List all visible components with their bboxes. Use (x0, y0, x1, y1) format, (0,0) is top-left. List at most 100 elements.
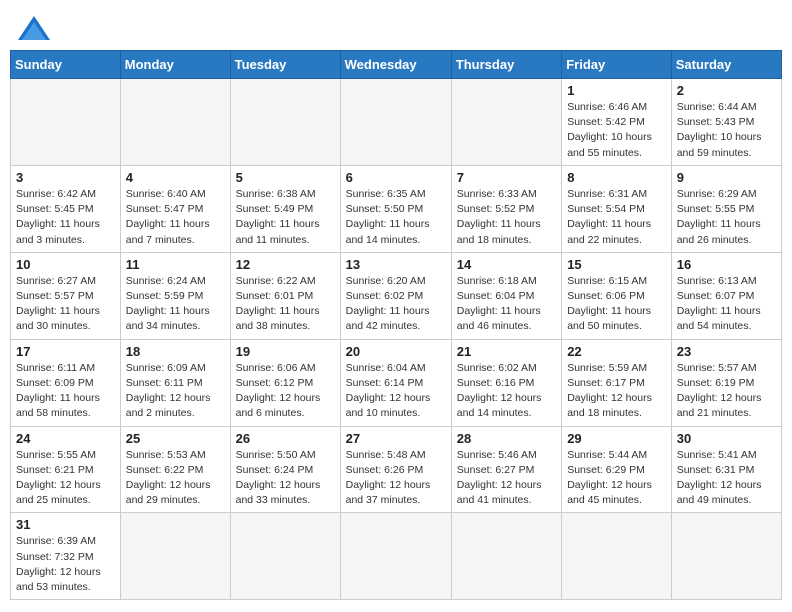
calendar-cell: 16 Sunrise: 6:13 AM Sunset: 6:07 PM Dayli… (671, 252, 781, 339)
day-number: 21 (457, 344, 556, 359)
calendar-cell: 8 Sunrise: 6:31 AM Sunset: 5:54 PM Daylig… (562, 165, 672, 252)
week-row-2: 3Sunrise: 6:42 AM Sunset: 5:45 PM Daylig… (11, 165, 782, 252)
day-number: 28 (457, 431, 556, 446)
day-info: Sunrise: 5:48 AM Sunset: 6:26 PM Dayligh… (346, 448, 446, 509)
calendar-cell: 11Sunrise: 6:24 AM Sunset: 5:59 PM Dayli… (120, 252, 230, 339)
calendar-cell: 26 Sunrise: 5:50 AM Sunset: 6:24 PM Dayli… (230, 426, 340, 513)
day-info: Sunrise: 6:31 AM Sunset: 5:54 PM Dayligh… (567, 187, 666, 248)
day-info: Sunrise: 5:41 AM Sunset: 6:31 PM Dayligh… (677, 448, 776, 509)
day-info: Sunrise: 6:11 AM Sunset: 6:09 PM Dayligh… (16, 361, 115, 422)
day-number: 9 (677, 170, 776, 185)
calendar-cell: 7 Sunrise: 6:33 AM Sunset: 5:52 PM Daylig… (451, 165, 561, 252)
calendar-cell (671, 513, 781, 600)
day-info: Sunrise: 6:09 AM Sunset: 6:11 PM Dayligh… (126, 361, 225, 422)
calendar-cell: 3Sunrise: 6:42 AM Sunset: 5:45 PM Daylig… (11, 165, 121, 252)
calendar-cell: 4 Sunrise: 6:40 AM Sunset: 5:47 PM Daylig… (120, 165, 230, 252)
day-number: 13 (346, 257, 446, 272)
logo-icon (16, 14, 52, 42)
calendar-cell: 24 Sunrise: 5:55 AM Sunset: 6:21 PM Dayli… (11, 426, 121, 513)
day-number: 6 (346, 170, 446, 185)
day-info: Sunrise: 5:59 AM Sunset: 6:17 PM Dayligh… (567, 361, 666, 422)
day-number: 8 (567, 170, 666, 185)
calendar: SundayMondayTuesdayWednesdayThursdayFrid… (10, 50, 782, 600)
calendar-cell: 9Sunrise: 6:29 AM Sunset: 5:55 PM Daylig… (671, 165, 781, 252)
day-info: Sunrise: 6:02 AM Sunset: 6:16 PM Dayligh… (457, 361, 556, 422)
weekday-header-wednesday: Wednesday (340, 51, 451, 79)
day-number: 18 (126, 344, 225, 359)
day-info: Sunrise: 5:53 AM Sunset: 6:22 PM Dayligh… (126, 448, 225, 509)
calendar-cell (451, 79, 561, 166)
weekday-header-row: SundayMondayTuesdayWednesdayThursdayFrid… (11, 51, 782, 79)
header (10, 10, 782, 42)
calendar-cell: 31 Sunrise: 6:39 AM Sunset: 7:32 PM Dayli… (11, 513, 121, 600)
day-number: 4 (126, 170, 225, 185)
day-info: Sunrise: 5:55 AM Sunset: 6:21 PM Dayligh… (16, 448, 115, 509)
logo (14, 14, 52, 42)
calendar-cell (340, 513, 451, 600)
day-number: 1 (567, 83, 666, 98)
day-number: 7 (457, 170, 556, 185)
day-info: Sunrise: 6:06 AM Sunset: 6:12 PM Dayligh… (236, 361, 335, 422)
calendar-cell: 6Sunrise: 6:35 AM Sunset: 5:50 PM Daylig… (340, 165, 451, 252)
calendar-cell (11, 79, 121, 166)
week-row-6: 31 Sunrise: 6:39 AM Sunset: 7:32 PM Dayli… (11, 513, 782, 600)
weekday-header-sunday: Sunday (11, 51, 121, 79)
calendar-cell (230, 79, 340, 166)
calendar-cell: 30Sunrise: 5:41 AM Sunset: 6:31 PM Dayli… (671, 426, 781, 513)
day-number: 23 (677, 344, 776, 359)
calendar-cell: 18 Sunrise: 6:09 AM Sunset: 6:11 PM Dayli… (120, 339, 230, 426)
day-info: Sunrise: 6:38 AM Sunset: 5:49 PM Dayligh… (236, 187, 335, 248)
calendar-cell: 21 Sunrise: 6:02 AM Sunset: 6:16 PM Dayli… (451, 339, 561, 426)
calendar-cell (120, 79, 230, 166)
day-info: Sunrise: 6:24 AM Sunset: 5:59 PM Dayligh… (126, 274, 225, 335)
day-number: 19 (236, 344, 335, 359)
calendar-cell (230, 513, 340, 600)
calendar-cell: 15Sunrise: 6:15 AM Sunset: 6:06 PM Dayli… (562, 252, 672, 339)
calendar-cell: 19 Sunrise: 6:06 AM Sunset: 6:12 PM Dayli… (230, 339, 340, 426)
calendar-cell (451, 513, 561, 600)
calendar-cell: 27 Sunrise: 5:48 AM Sunset: 6:26 PM Dayli… (340, 426, 451, 513)
weekday-header-tuesday: Tuesday (230, 51, 340, 79)
day-info: Sunrise: 6:27 AM Sunset: 5:57 PM Dayligh… (16, 274, 115, 335)
day-number: 17 (16, 344, 115, 359)
day-number: 26 (236, 431, 335, 446)
calendar-cell (562, 513, 672, 600)
day-info: Sunrise: 6:33 AM Sunset: 5:52 PM Dayligh… (457, 187, 556, 248)
calendar-cell: 13 Sunrise: 6:20 AM Sunset: 6:02 PM Dayli… (340, 252, 451, 339)
day-info: Sunrise: 6:20 AM Sunset: 6:02 PM Dayligh… (346, 274, 446, 335)
day-info: Sunrise: 6:40 AM Sunset: 5:47 PM Dayligh… (126, 187, 225, 248)
day-info: Sunrise: 6:39 AM Sunset: 7:32 PM Dayligh… (16, 534, 115, 595)
calendar-cell: 12 Sunrise: 6:22 AM Sunset: 6:01 PM Dayli… (230, 252, 340, 339)
calendar-cell: 17 Sunrise: 6:11 AM Sunset: 6:09 PM Dayli… (11, 339, 121, 426)
calendar-cell: 20Sunrise: 6:04 AM Sunset: 6:14 PM Dayli… (340, 339, 451, 426)
day-number: 12 (236, 257, 335, 272)
day-info: Sunrise: 5:50 AM Sunset: 6:24 PM Dayligh… (236, 448, 335, 509)
day-info: Sunrise: 6:42 AM Sunset: 5:45 PM Dayligh… (16, 187, 115, 248)
day-number: 25 (126, 431, 225, 446)
weekday-header-monday: Monday (120, 51, 230, 79)
day-info: Sunrise: 6:04 AM Sunset: 6:14 PM Dayligh… (346, 361, 446, 422)
calendar-cell (340, 79, 451, 166)
day-number: 22 (567, 344, 666, 359)
calendar-cell: 1 Sunrise: 6:46 AM Sunset: 5:42 PM Daylig… (562, 79, 672, 166)
week-row-3: 10Sunrise: 6:27 AM Sunset: 5:57 PM Dayli… (11, 252, 782, 339)
calendar-cell: 2Sunrise: 6:44 AM Sunset: 5:43 PM Daylig… (671, 79, 781, 166)
week-row-4: 17 Sunrise: 6:11 AM Sunset: 6:09 PM Dayli… (11, 339, 782, 426)
day-info: Sunrise: 6:22 AM Sunset: 6:01 PM Dayligh… (236, 274, 335, 335)
day-info: Sunrise: 5:57 AM Sunset: 6:19 PM Dayligh… (677, 361, 776, 422)
day-number: 24 (16, 431, 115, 446)
day-number: 29 (567, 431, 666, 446)
calendar-cell: 10Sunrise: 6:27 AM Sunset: 5:57 PM Dayli… (11, 252, 121, 339)
day-number: 27 (346, 431, 446, 446)
calendar-cell: 25 Sunrise: 5:53 AM Sunset: 6:22 PM Dayli… (120, 426, 230, 513)
day-info: Sunrise: 6:13 AM Sunset: 6:07 PM Dayligh… (677, 274, 776, 335)
day-info: Sunrise: 6:46 AM Sunset: 5:42 PM Dayligh… (567, 100, 666, 161)
day-info: Sunrise: 6:15 AM Sunset: 6:06 PM Dayligh… (567, 274, 666, 335)
weekday-header-saturday: Saturday (671, 51, 781, 79)
day-number: 2 (677, 83, 776, 98)
day-number: 31 (16, 517, 115, 532)
calendar-cell (120, 513, 230, 600)
day-number: 16 (677, 257, 776, 272)
day-number: 14 (457, 257, 556, 272)
day-info: Sunrise: 6:18 AM Sunset: 6:04 PM Dayligh… (457, 274, 556, 335)
